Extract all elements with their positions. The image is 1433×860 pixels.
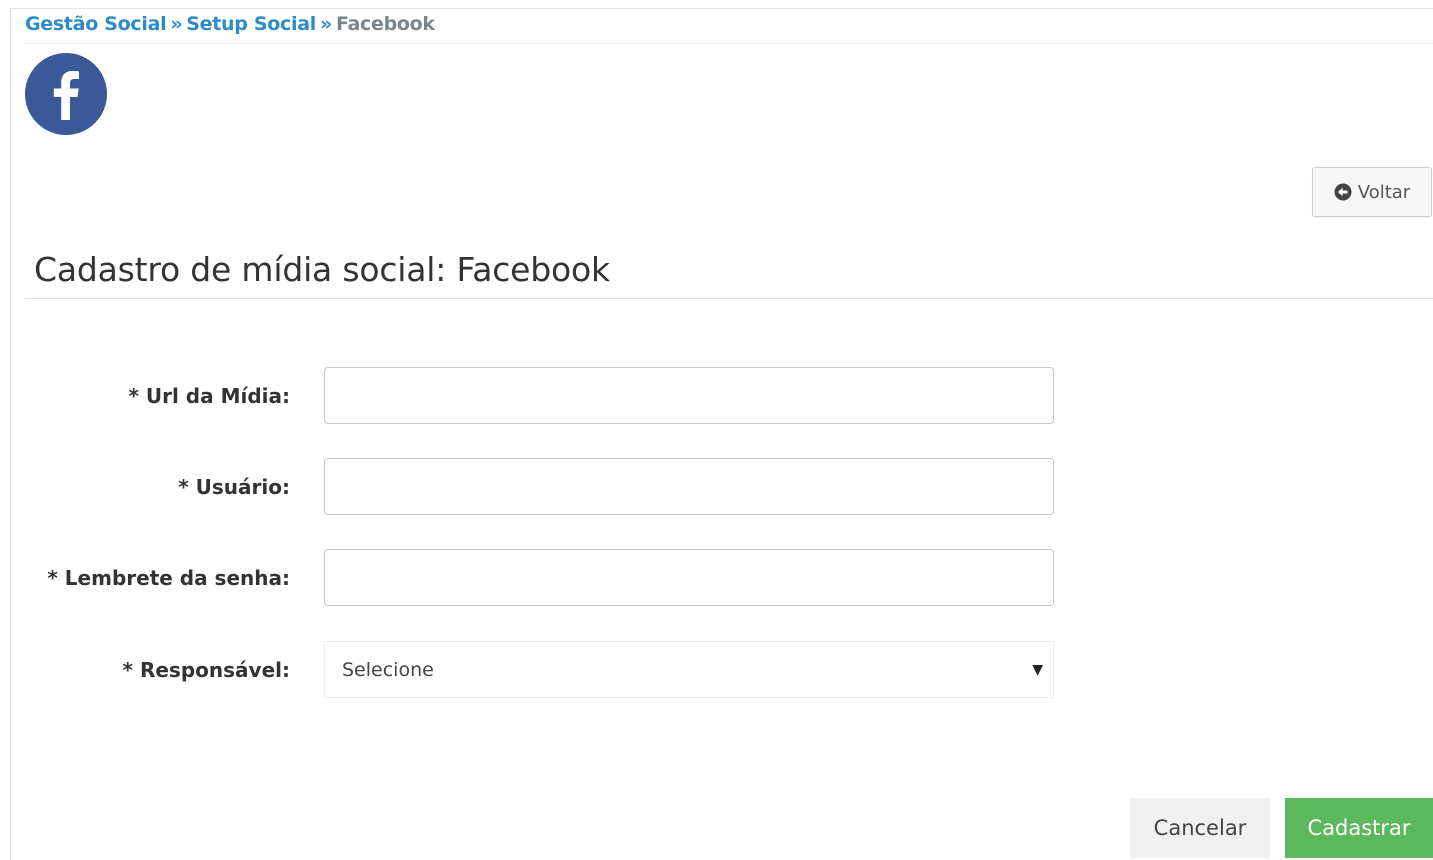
breadcrumb-divider: [25, 43, 1433, 44]
facebook-icon: [25, 53, 107, 135]
submit-button[interactable]: Cadastrar: [1285, 798, 1433, 858]
back-button[interactable]: Voltar: [1312, 167, 1432, 217]
url-input[interactable]: [324, 367, 1054, 424]
page-title: Cadastro de mídia social: Facebook: [34, 250, 610, 289]
breadcrumb-separator: »: [170, 13, 183, 35]
form-row-usuario: * Usuário:: [0, 458, 1060, 516]
breadcrumb-current: Facebook: [335, 13, 435, 35]
title-divider: [25, 298, 1433, 299]
lembrete-label: * Lembrete da senha:: [47, 566, 290, 590]
breadcrumb-link-setup-social[interactable]: Setup Social: [186, 13, 316, 35]
form-row-lembrete: * Lembrete da senha:: [0, 549, 1060, 607]
usuario-label: * Usuário:: [178, 475, 290, 499]
circle-arrow-left-icon: [1334, 183, 1352, 201]
cancel-button[interactable]: Cancelar: [1130, 798, 1270, 858]
usuario-input[interactable]: [324, 458, 1054, 515]
breadcrumb-link-gestao-social[interactable]: Gestão Social: [25, 13, 167, 35]
url-label: * Url da Mídia:: [128, 384, 290, 408]
form-row-url: * Url da Mídia:: [0, 367, 1060, 425]
responsavel-select[interactable]: Selecione ▼: [324, 641, 1054, 698]
lembrete-input[interactable]: [324, 549, 1054, 606]
content-frame: [10, 8, 1433, 860]
caret-down-icon: ▼: [1032, 661, 1043, 678]
responsavel-label: * Responsável:: [122, 658, 290, 682]
form-row-responsavel: * Responsável: Selecione ▼: [0, 641, 1060, 699]
back-button-label: Voltar: [1357, 181, 1411, 203]
responsavel-selected-value: Selecione: [342, 658, 434, 681]
breadcrumb: Gestão Social» Setup Social» Facebook: [25, 13, 435, 43]
breadcrumb-separator: »: [319, 13, 332, 35]
